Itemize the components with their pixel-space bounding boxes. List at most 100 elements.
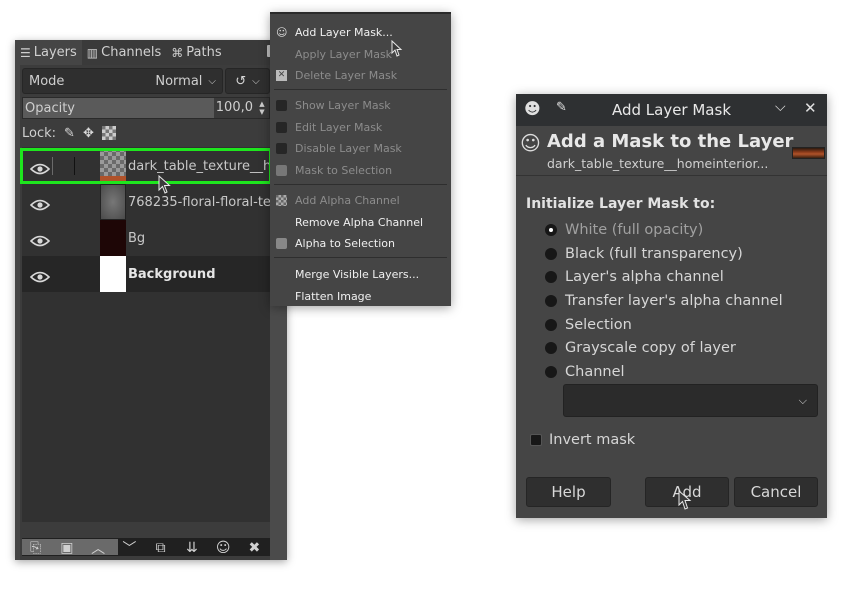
opacity-slider[interactable]: Opacity 100,0 ▲ ▼ xyxy=(22,97,270,119)
invert-mask-label: Invert mask xyxy=(549,432,636,448)
radio-white-full-opacity[interactable]: White (full opacity) xyxy=(545,220,703,240)
opacity-spinner[interactable]: ▲ ▼ xyxy=(255,98,269,118)
dock-tabs: ☰ Layers ▥ Channels ⌘ Paths xyxy=(15,40,287,65)
new-layer-icon[interactable]: ⎘ xyxy=(26,538,46,558)
menu-item-delete-layer-mask[interactable]: ✕ Delete Layer Mask xyxy=(270,65,451,86)
selection-icon xyxy=(276,165,287,176)
tab-label: Paths xyxy=(186,45,222,60)
layer-name[interactable]: Background xyxy=(128,267,270,282)
mouse-cursor-icon xyxy=(678,490,692,510)
checkbox-icon xyxy=(276,143,287,154)
radio-label: Black (full transparency) xyxy=(565,246,743,262)
layer-row[interactable]: Background xyxy=(22,256,270,292)
radio-button[interactable] xyxy=(545,366,557,378)
radio-label: Transfer layer's alpha channel xyxy=(565,293,783,309)
merge-down-icon[interactable]: ⇊ xyxy=(182,538,202,558)
chevron-down-icon: ⌵ xyxy=(252,75,260,87)
menu-item-flatten-image[interactable]: Flatten Image xyxy=(270,286,451,307)
layers-content: Mode Normal ⌵ ↺ ⌵ Opacity 100,0 ▲ ▼ Lock:… xyxy=(20,65,272,560)
lock-label: Lock: xyxy=(22,125,57,141)
radio-grayscale-copy[interactable]: Grayscale copy of layer xyxy=(545,338,736,358)
menu-item-disable-layer-mask[interactable]: Disable Layer Mask xyxy=(270,138,451,159)
selection-icon xyxy=(276,238,287,249)
add-layer-mask-dialog: ☻ ✎ Add Layer Mask ⌵ ✕ ☺ Add a Mask to t… xyxy=(516,94,827,518)
radio-transfer-alpha-channel[interactable]: Transfer layer's alpha channel xyxy=(545,291,783,311)
radio-black-full-transparency[interactable]: Black (full transparency) xyxy=(545,244,743,264)
tab-label: Channels xyxy=(101,45,162,60)
opacity-value[interactable]: 100,0 xyxy=(213,98,255,118)
checkbox-icon xyxy=(276,100,287,111)
mouse-cursor-icon xyxy=(158,175,171,194)
layer-thumbnail xyxy=(100,256,126,292)
cancel-button[interactable]: Cancel xyxy=(734,477,818,507)
menu-item-remove-alpha-channel[interactable]: Remove Alpha Channel xyxy=(270,212,451,233)
layer-thumbnail xyxy=(100,220,126,256)
lock-pixels-icon[interactable]: ✎ xyxy=(64,126,75,141)
lock-alpha-icon[interactable] xyxy=(101,126,116,140)
layer-name[interactable]: dark_table_texture__ho xyxy=(128,159,270,174)
duplicate-layer-icon[interactable]: ⧉ xyxy=(151,538,171,558)
invert-mask-checkbox[interactable] xyxy=(530,434,542,446)
menu-item-apply-layer-mask[interactable]: Apply Layer Mask xyxy=(270,44,451,65)
layer-context-menu: ☺ Add Layer Mask... Apply Layer Mask ✕ D… xyxy=(270,12,451,306)
header-title: Add a Mask to the Layer xyxy=(547,131,794,152)
radio-button[interactable] xyxy=(545,271,557,283)
eye-icon[interactable] xyxy=(29,196,51,211)
chain-divider xyxy=(52,157,53,175)
link-toggle[interactable] xyxy=(74,157,75,175)
lock-position-icon[interactable]: ✥ xyxy=(83,126,94,141)
eye-icon[interactable] xyxy=(29,160,51,175)
layer-name[interactable]: 768235-floral-floral-text xyxy=(128,195,270,210)
radio-selection[interactable]: Selection xyxy=(545,315,632,335)
menu-separator xyxy=(274,257,447,258)
mode-label: Mode xyxy=(29,73,65,89)
radio-layer-alpha-channel[interactable]: Layer's alpha channel xyxy=(545,267,724,287)
minimize-chevron-icon[interactable]: ⌵ xyxy=(775,99,786,115)
tab-layers[interactable]: ☰ Layers xyxy=(15,40,82,65)
radio-button[interactable] xyxy=(545,319,557,331)
add-mask-icon[interactable]: ☺ xyxy=(213,538,233,558)
radio-button[interactable] xyxy=(545,248,557,260)
lower-layer-icon[interactable]: ﹀ xyxy=(119,538,139,558)
layer-row[interactable]: 768235-floral-floral-text xyxy=(22,184,270,220)
mouse-cursor-icon xyxy=(391,40,403,57)
eye-icon[interactable] xyxy=(29,232,51,247)
layer-name[interactable]: Bg xyxy=(128,231,270,246)
menu-item-show-layer-mask[interactable]: Show Layer Mask xyxy=(270,95,451,116)
radio-button[interactable] xyxy=(545,224,557,236)
layer-thumbnail xyxy=(100,148,126,184)
new-layer-group-icon[interactable]: ▣ xyxy=(57,538,77,558)
menu-item-merge-visible-layers[interactable]: Merge Visible Layers... xyxy=(270,264,451,285)
help-button[interactable]: Help xyxy=(526,477,611,507)
channels-icon: ▥ xyxy=(86,45,99,60)
radio-button[interactable] xyxy=(545,295,557,307)
layer-row[interactable]: Bg xyxy=(22,220,270,256)
layer-row[interactable]: dark_table_texture__ho xyxy=(22,148,270,184)
menu-item-edit-layer-mask[interactable]: Edit Layer Mask xyxy=(270,117,451,138)
menu-item-alpha-to-selection[interactable]: Alpha to Selection xyxy=(270,233,451,254)
radio-channel[interactable]: Channel xyxy=(545,362,625,382)
radio-button[interactable] xyxy=(545,342,557,354)
paths-icon: ⌘ xyxy=(171,45,184,60)
menu-item-mask-to-selection[interactable]: Mask to Selection xyxy=(270,160,451,181)
composite-mode-select[interactable]: ↺ ⌵ xyxy=(225,68,270,94)
layers-bottom-bar: ⎘ ▣ ︿ ﹀ ⧉ ⇊ ☺ ✖ xyxy=(20,535,270,560)
menu-item-add-alpha-channel[interactable]: Add Alpha Channel xyxy=(270,190,451,211)
menu-separator xyxy=(274,89,447,90)
tab-paths[interactable]: ⌘ Paths xyxy=(166,40,226,65)
layers-panel: ☰ Layers ▥ Channels ⌘ Paths Mode Normal … xyxy=(15,40,287,560)
tab-channels[interactable]: ▥ Channels xyxy=(82,40,167,65)
layer-preview-thumbnail xyxy=(792,147,825,159)
mode-select[interactable]: Mode Normal ⌵ xyxy=(22,68,223,94)
eye-icon[interactable] xyxy=(29,268,51,283)
channel-select[interactable]: ⌵ xyxy=(563,384,818,417)
chevron-down-icon: ⌵ xyxy=(208,75,216,87)
dialog-header: ☺ Add a Mask to the Layer dark_table_tex… xyxy=(516,126,827,176)
raise-layer-icon[interactable]: ︿ xyxy=(88,538,108,558)
layer-list: dark_table_texture__ho 768235-floral-flo… xyxy=(20,147,272,522)
menu-item-add-layer-mask[interactable]: ☺ Add Layer Mask... xyxy=(270,22,451,43)
invert-mask-row[interactable]: Invert mask xyxy=(530,432,635,448)
close-icon[interactable]: ✕ xyxy=(804,99,817,117)
delete-layer-icon[interactable]: ✖ xyxy=(244,538,264,558)
composite-icon: ↺ xyxy=(235,73,247,89)
